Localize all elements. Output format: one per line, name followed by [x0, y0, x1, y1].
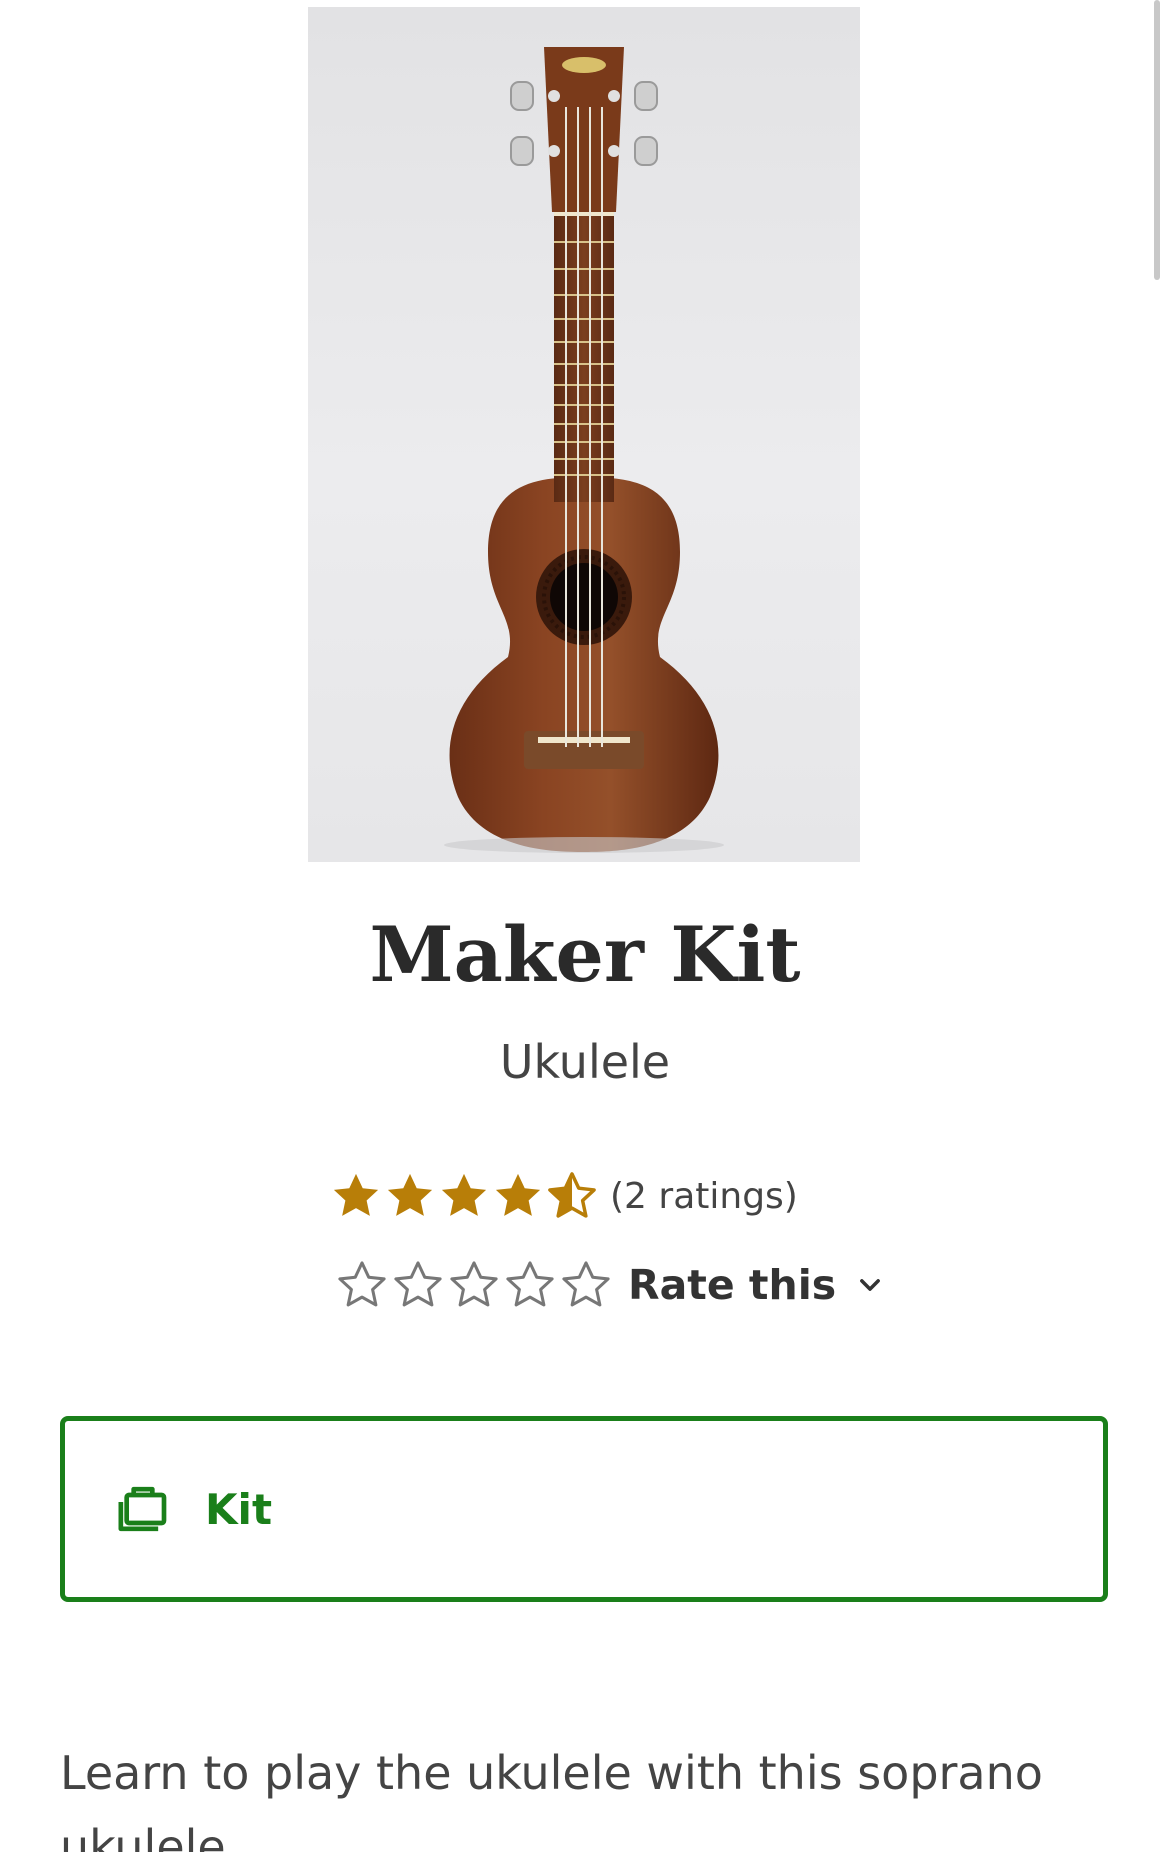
page-scrollbar[interactable]: [1154, 0, 1160, 280]
format-kit-button[interactable]: Kit: [60, 1416, 1108, 1602]
star-filled-icon: [333, 1173, 379, 1216]
product-description: Learn to play the ukulele with this sopr…: [60, 1746, 1043, 1852]
star-outline-icon[interactable]: [336, 1259, 388, 1311]
product-image: [308, 7, 860, 862]
star-filled-icon: [387, 1173, 433, 1216]
average-rating: (2 ratings): [330, 1168, 798, 1224]
average-rating-stars: [330, 1170, 598, 1222]
product-format-subtitle: Ukulele: [499, 1035, 671, 1089]
star-half-icon: [548, 1172, 596, 1218]
rate-this-control[interactable]: Rate this: [336, 1255, 884, 1315]
star-outline-icon[interactable]: [392, 1259, 444, 1311]
star-outline-icon[interactable]: [504, 1259, 556, 1311]
kit-bag-icon: [118, 1486, 167, 1532]
star-outline-icon[interactable]: [560, 1259, 612, 1311]
star-filled-icon: [441, 1173, 487, 1216]
format-kit-label: Kit: [205, 1484, 273, 1534]
rate-this-label[interactable]: Rate this: [628, 1261, 836, 1309]
star-filled-icon: [495, 1173, 541, 1216]
chevron-down-icon[interactable]: [856, 1271, 884, 1299]
rating-count: (2 ratings): [610, 1175, 798, 1217]
rate-this-stars[interactable]: [336, 1259, 612, 1311]
star-outline-icon[interactable]: [448, 1259, 500, 1311]
product-title: Maker Kit: [369, 910, 801, 999]
